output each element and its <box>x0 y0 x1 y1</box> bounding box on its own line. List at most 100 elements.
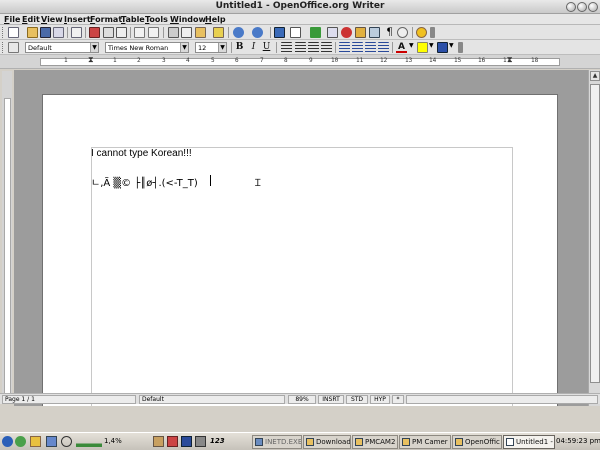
lock-icon[interactable] <box>30 436 41 447</box>
format-paintbrush-icon[interactable] <box>213 27 224 38</box>
document-page[interactable]: I cannot type Korean!!! ㄴ,Ã ▒© ├║ø┤.(<-T… <box>42 94 558 406</box>
menu-file[interactable]: File <box>4 14 20 25</box>
paragraph-style-combo[interactable]: Default ▼ <box>25 42 99 53</box>
font-size-combo[interactable]: 12 ▼ <box>195 42 227 53</box>
number-indicator[interactable]: 123 <box>210 437 225 445</box>
redo-icon[interactable] <box>252 27 263 38</box>
align-center-icon[interactable] <box>295 42 306 53</box>
data-sources-icon[interactable] <box>369 27 380 38</box>
maximize-button[interactable] <box>577 2 587 12</box>
page-indicator[interactable]: Page 1 / 1 <box>2 395 136 404</box>
font-name-combo[interactable]: Times New Roman ▼ <box>105 42 189 53</box>
selection-mode-indicator[interactable]: STD <box>346 395 368 404</box>
chevron-down-icon[interactable]: ▼ <box>180 43 188 52</box>
background-color-icon[interactable] <box>437 42 448 53</box>
task-button-openoffice[interactable]: OpenOffic <box>452 435 502 449</box>
align-left-icon[interactable] <box>281 42 292 53</box>
numbering-icon[interactable] <box>339 42 350 53</box>
document-workspace[interactable]: I cannot type Korean!!! ㄴ,Ã ▒© ├║ø┤.(<-T… <box>14 70 588 406</box>
page-preview-icon[interactable] <box>116 27 127 38</box>
chevron-down-icon[interactable]: ▼ <box>449 42 454 53</box>
chart-icon[interactable] <box>327 27 338 38</box>
chevron-down-icon[interactable]: ▼ <box>218 43 226 52</box>
table-icon[interactable] <box>290 27 301 38</box>
scroll-up-icon[interactable]: ▲ <box>590 71 600 81</box>
vertical-ruler-track[interactable] <box>4 98 11 398</box>
styles-and-formatting-icon[interactable] <box>8 42 19 53</box>
toolbar-grip[interactable] <box>2 27 5 38</box>
italic-icon[interactable]: I <box>248 42 259 53</box>
decrease-indent-icon[interactable] <box>365 42 376 53</box>
toolbar-overflow-icon[interactable] <box>430 27 435 38</box>
checkmark-icon[interactable] <box>310 27 321 38</box>
scroll-thumb[interactable] <box>590 84 600 383</box>
chevron-down-icon[interactable]: ▼ <box>409 42 414 53</box>
pilcrow-icon[interactable]: ¶ <box>384 27 395 38</box>
font-color-icon[interactable]: A <box>396 42 407 53</box>
increase-indent-icon[interactable] <box>378 42 389 53</box>
document-line[interactable]: I cannot type Korean!!! <box>91 148 192 159</box>
close-button[interactable] <box>588 2 598 12</box>
menu-format[interactable]: Format <box>90 14 122 25</box>
right-indent-marker-icon[interactable]: ⧗ <box>507 56 513 64</box>
task-button-pmcam2[interactable]: PMCAM2 <box>352 435 398 449</box>
indent-marker-icon[interactable]: ⧗ <box>88 56 94 64</box>
underline-icon[interactable]: U <box>261 42 272 53</box>
email-icon[interactable] <box>53 27 64 38</box>
toolbar-grip[interactable] <box>2 42 5 53</box>
task-button-untitled1[interactable]: Untitled1 - <box>503 435 555 449</box>
bullets-icon[interactable] <box>352 42 363 53</box>
menu-window[interactable]: Window <box>170 14 206 25</box>
refresh-icon[interactable] <box>15 436 26 447</box>
copy-icon[interactable] <box>181 27 192 38</box>
undo-icon[interactable] <box>233 27 244 38</box>
help-icon[interactable] <box>416 27 427 38</box>
task-button-inetd[interactable]: INETD.EXE <box>252 435 302 449</box>
task-button-pm-camera[interactable]: PM Camer <box>399 435 451 449</box>
menu-view[interactable]: View <box>41 14 63 25</box>
gallery-icon[interactable] <box>355 27 366 38</box>
chevron-down-icon[interactable]: ▼ <box>429 42 434 53</box>
document-line[interactable]: ㄴ,Ã ▒© ├║ø┤.(<-T_T) <box>91 174 198 189</box>
drive-icon[interactable] <box>153 436 164 447</box>
menu-edit[interactable]: Edit <box>22 14 40 25</box>
vertical-ruler[interactable] <box>2 71 12 404</box>
minimize-button[interactable] <box>566 2 576 12</box>
warpcenter-icon[interactable] <box>2 436 13 447</box>
bold-icon[interactable]: B <box>234 42 245 53</box>
autospellcheck-icon[interactable] <box>148 27 159 38</box>
page-style-indicator[interactable]: Default <box>139 395 285 404</box>
hyperlink-icon[interactable] <box>274 27 285 38</box>
menu-tools[interactable]: Tools <box>145 14 168 25</box>
export-pdf-icon[interactable] <box>89 27 100 38</box>
power-icon[interactable] <box>61 436 72 447</box>
zoom-icon[interactable] <box>397 27 408 38</box>
menu-insert[interactable]: Insert <box>64 14 91 25</box>
app-icon[interactable] <box>195 436 206 447</box>
toolbar-overflow-icon[interactable] <box>458 42 463 53</box>
paste-icon[interactable] <box>195 27 206 38</box>
justify-icon[interactable] <box>321 42 332 53</box>
vertical-scrollbar[interactable]: ▲ <box>588 70 600 406</box>
menu-help[interactable]: Help <box>205 14 226 25</box>
open-folder-icon[interactable] <box>27 27 38 38</box>
horizontal-ruler[interactable]: 1 1 2 3 4 5 6 7 8 9 10 11 12 13 14 15 16… <box>0 55 600 69</box>
navigator-icon[interactable] <box>341 27 352 38</box>
print-icon[interactable] <box>103 27 114 38</box>
app-icon[interactable] <box>181 436 192 447</box>
menu-table[interactable]: Table <box>121 14 145 25</box>
app-icon[interactable] <box>167 436 178 447</box>
insert-mode-indicator[interactable]: INSRT <box>318 395 344 404</box>
task-button-download[interactable]: Download <box>303 435 351 449</box>
new-document-icon[interactable] <box>8 27 19 38</box>
spellcheck-icon[interactable] <box>134 27 145 38</box>
chevron-down-icon[interactable]: ▼ <box>90 43 98 52</box>
edit-file-icon[interactable] <box>71 27 82 38</box>
zoom-indicator[interactable]: 89% <box>288 395 316 404</box>
save-icon[interactable] <box>40 27 51 38</box>
align-right-icon[interactable] <box>308 42 319 53</box>
hyperlink-mode-indicator[interactable]: HYP <box>370 395 390 404</box>
computer-icon[interactable] <box>46 436 57 447</box>
cut-icon[interactable] <box>168 27 179 38</box>
highlighting-icon[interactable] <box>417 42 428 53</box>
